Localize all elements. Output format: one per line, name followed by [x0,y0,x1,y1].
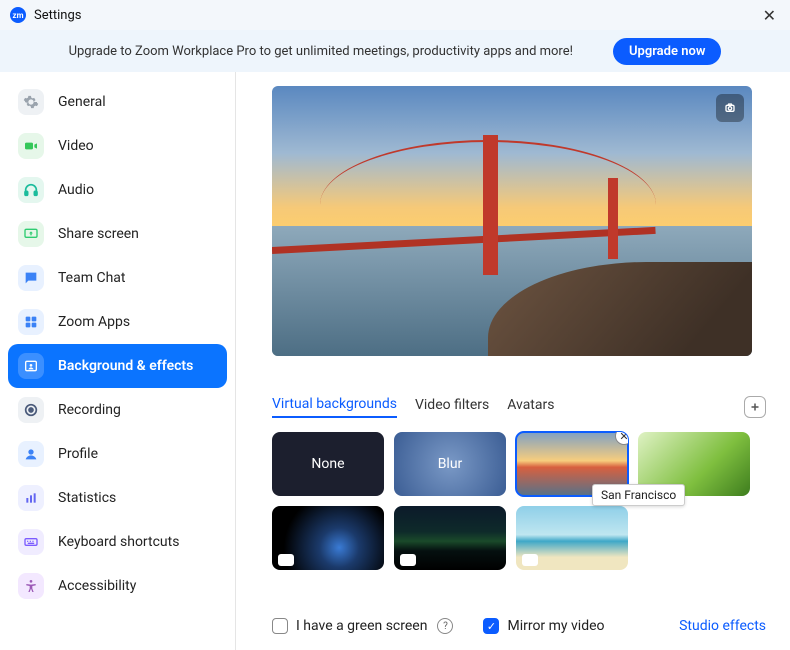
sidebar-item-recording[interactable]: Recording [8,388,227,432]
remove-background-button[interactable]: ✕ [615,432,628,445]
titlebar: zm Settings ✕ [0,0,790,30]
sidebar-item-video[interactable]: Video [8,124,227,168]
main-panel: Virtual backgrounds Video filters Avatar… [236,72,790,650]
sidebar-item-share-screen[interactable]: Share screen [8,212,227,256]
banner-text: Upgrade to Zoom Workplace Pro to get unl… [69,44,573,59]
background-aurora[interactable] [394,506,506,570]
sidebar-item-profile[interactable]: Profile [8,432,227,476]
sidebar-item-statistics[interactable]: Statistics [8,476,227,520]
sidebar-item-label: General [58,94,106,110]
effects-tabs: Virtual backgrounds Video filters Avatar… [272,396,766,418]
accessibility-icon [18,573,44,599]
mirror-video-label: Mirror my video [507,618,604,634]
stats-icon [18,485,44,511]
studio-effects-link[interactable]: Studio effects [679,618,766,634]
sidebar-item-label: Accessibility [58,578,136,594]
window-title: Settings [34,8,81,23]
sidebar-item-label: Video [58,138,94,154]
green-screen-label: I have a green screen [296,618,427,634]
sidebar-item-team-chat[interactable]: Team Chat [8,256,227,300]
background-none[interactable]: None [272,432,384,496]
upgrade-banner: Upgrade to Zoom Workplace Pro to get unl… [0,30,790,72]
sidebar-item-keyboard-shortcuts[interactable]: Keyboard shortcuts [8,520,227,564]
profile-icon [18,441,44,467]
close-icon[interactable]: ✕ [759,6,780,25]
sidebar-item-audio[interactable]: Audio [8,168,227,212]
rotate-camera-button[interactable] [716,94,744,122]
footer-controls: I have a green screen ? ✓ Mirror my vide… [272,618,766,634]
sidebar-item-label: Profile [58,446,98,462]
sidebar-item-label: Keyboard shortcuts [58,534,179,550]
sidebar: General Video Audio Share screen Team Ch [0,72,236,650]
video-indicator-icon [400,554,416,566]
background-earth[interactable] [272,506,384,570]
sidebar-item-label: Share screen [58,226,139,242]
thumb-label: Blur [438,456,463,472]
background-beach[interactable] [516,506,628,570]
sidebar-item-label: Team Chat [58,270,125,286]
sidebar-item-zoom-apps[interactable]: Zoom Apps [8,300,227,344]
record-icon [18,397,44,423]
sidebar-item-background-effects[interactable]: Background & effects [8,344,227,388]
background-icon [18,353,44,379]
share-screen-icon [18,221,44,247]
app-icon: zm [10,7,26,23]
thumbnail-tooltip: San Francisco [592,484,685,506]
add-background-button[interactable] [744,396,766,418]
chat-icon [18,265,44,291]
sidebar-item-label: Statistics [58,490,116,506]
sidebar-item-label: Recording [58,402,121,418]
video-preview [272,86,752,356]
sidebar-item-label: Background & effects [58,358,193,374]
sidebar-item-general[interactable]: General [8,80,227,124]
sidebar-item-label: Zoom Apps [58,314,130,330]
tab-virtual-backgrounds[interactable]: Virtual backgrounds [272,396,397,418]
help-icon[interactable]: ? [437,618,453,634]
headphones-icon [18,177,44,203]
sidebar-item-accessibility[interactable]: Accessibility [8,564,227,608]
mirror-video-checkbox[interactable]: ✓ [483,618,499,634]
background-blur[interactable]: Blur [394,432,506,496]
background-thumbnails: None Blur ✕ San Francisco [272,432,762,570]
apps-icon [18,309,44,335]
upgrade-button[interactable]: Upgrade now [613,38,721,65]
tab-video-filters[interactable]: Video filters [415,397,489,417]
green-screen-checkbox[interactable] [272,618,288,634]
video-indicator-icon [522,554,538,566]
sidebar-item-label: Audio [58,182,94,198]
keyboard-icon [18,529,44,555]
video-icon [18,133,44,159]
gear-icon [18,89,44,115]
video-indicator-icon [278,554,294,566]
thumb-label: None [311,456,344,472]
tab-avatars[interactable]: Avatars [507,397,554,417]
